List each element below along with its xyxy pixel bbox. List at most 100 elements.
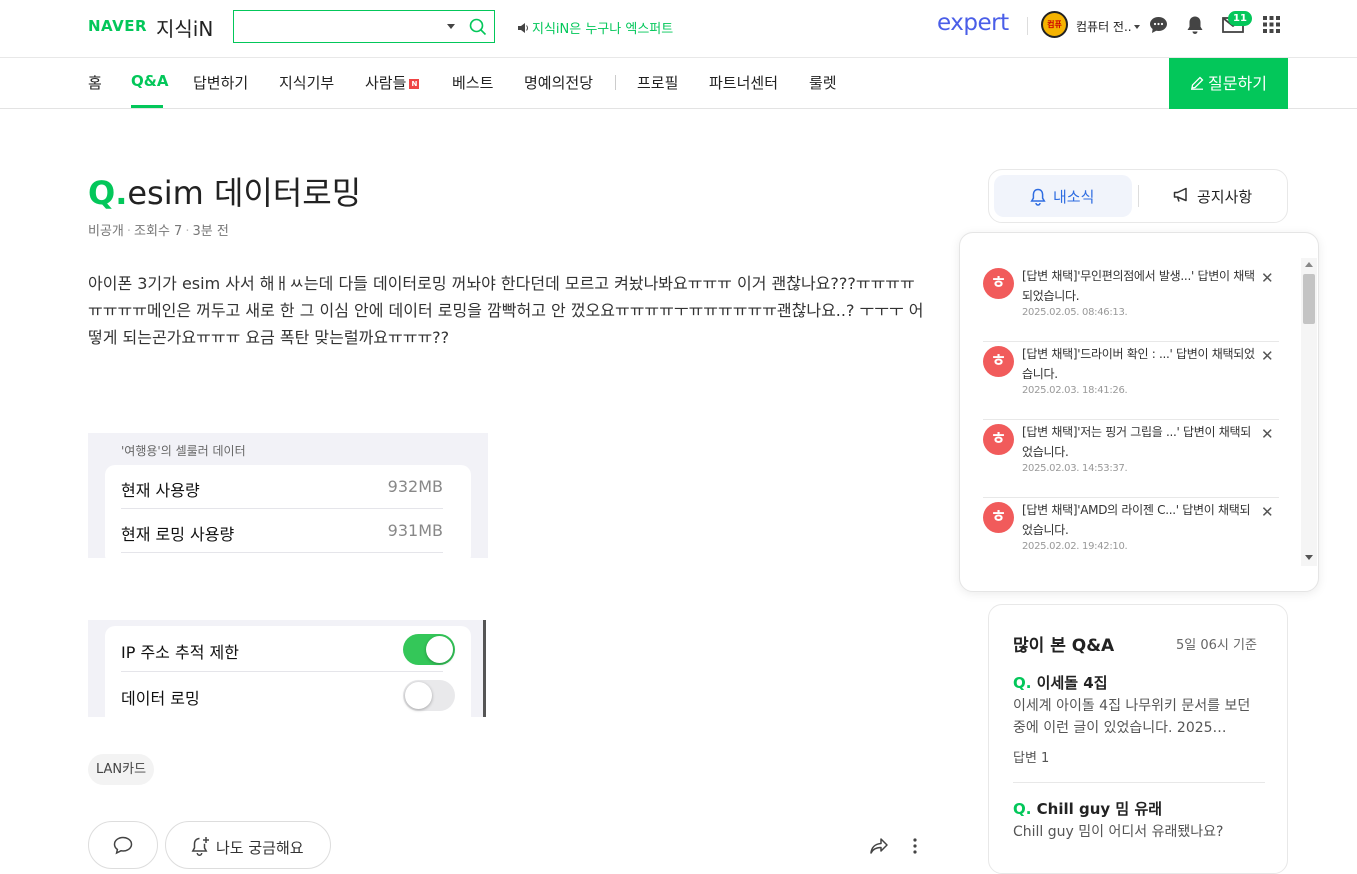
popular-answer-count: 답변 1 <box>1013 751 1050 766</box>
tab-my-news-label[interactable]: 내소식 <box>1053 186 1094 207</box>
header-divider <box>1027 17 1028 35</box>
view-count: 조회수 7 <box>134 224 183 239</box>
popular-question-title-text[interactable]: 이세돌 4집 <box>1037 674 1108 692</box>
share-icon[interactable] <box>869 837 889 855</box>
nav-answer[interactable]: 답변하기 <box>193 72 248 93</box>
tab-notice[interactable]: 공지사항 <box>1139 170 1287 222</box>
notification-item[interactable]: ㅎ [답변 채택]'저는 핑거 그립을 ...' 답변이 채택되었습니다. 20… <box>983 420 1279 498</box>
nav-qna[interactable]: Q&A <box>131 72 168 90</box>
expert-promo-link[interactable]: 지식iN은 누구나 엑스퍼트 <box>517 18 673 37</box>
nav-hall-of-fame[interactable]: 명예의전당 <box>524 72 593 93</box>
ip-tracking-toggle <box>403 634 455 665</box>
question-q-mark: Q. <box>1013 800 1037 818</box>
ask-question-button[interactable]: 질문하기 <box>1169 58 1288 109</box>
bell-icon[interactable] <box>1186 15 1204 35</box>
roaming-usage-label: 현재 로밍 사용량 <box>121 525 235 544</box>
attached-screenshot-settings[interactable]: IP 주소 추적 제한 데이터 로밍 <box>88 620 486 717</box>
notification-item[interactable]: ㅎ [답변 채택]'드라이버 확인 : ...' 답변이 채택되었습니다. 20… <box>983 342 1279 420</box>
ip-tracking-row: IP 주소 추적 제한 <box>121 626 443 672</box>
popular-question-body[interactable]: Chill guy 밈이 어디서 유래됐나요? <box>1013 821 1265 843</box>
megaphone-icon <box>1173 187 1187 202</box>
speaker-icon <box>518 23 528 33</box>
nav-profile[interactable]: 프로필 <box>637 72 678 93</box>
active-tab-indicator <box>131 105 163 108</box>
notification-text[interactable]: [답변 채택]'무인편의점에서 발생...' 답변이 채택되었습니다. <box>1022 266 1256 306</box>
notification-tabs: 내소식 공지사항 <box>988 169 1288 223</box>
tab-my-news[interactable]: 내소식 <box>994 175 1132 217</box>
notification-date: 2025.02.03. 18:41:26. <box>1022 385 1128 396</box>
notification-text[interactable]: [답변 채택]'저는 핑거 그립을 ...' 답변이 채택되었습니다. <box>1022 422 1256 462</box>
search-icon[interactable] <box>469 18 487 36</box>
notification-text[interactable]: [답변 채택]'AMD의 라이젠 C...' 답변이 채택되었습니다. <box>1022 500 1256 540</box>
scroll-down-icon[interactable] <box>1305 555 1313 560</box>
roaming-usage-row: 현재 로밍 사용량 931MB <box>121 509 443 553</box>
data-roaming-row: 데이터 로밍 <box>121 672 443 717</box>
ip-tracking-label: IP 주소 추적 제한 <box>121 643 239 662</box>
usage-card: 현재 사용량 932MB 현재 로밍 사용량 931MB <box>105 465 471 558</box>
nav-donation[interactable]: 지식기부 <box>279 72 334 93</box>
nav-best[interactable]: 베스트 <box>452 72 493 93</box>
close-icon[interactable]: ✕ <box>1261 269 1274 287</box>
comment-icon <box>113 836 133 855</box>
usage-value: 932MB <box>387 477 443 496</box>
pencil-icon <box>1191 76 1204 90</box>
notification-item[interactable]: ㅎ [답변 채택]'무인편의점에서 발생...' 답변이 채택되었습니다. 20… <box>983 264 1279 342</box>
popular-question-title[interactable]: Q. 이세돌 4집 <box>1013 672 1108 693</box>
avatar[interactable]: 컴퓨 <box>1041 11 1068 38</box>
scrollbar-thumb[interactable] <box>1303 274 1315 324</box>
notification-item[interactable]: ㅎ [답변 채택]'AMD의 라이젠 C...' 답변이 채택되었습니다. 20… <box>983 498 1279 576</box>
nav-home[interactable]: 홈 <box>88 72 102 93</box>
search-input[interactable] <box>233 10 495 43</box>
notification-scrollbar[interactable] <box>1301 258 1317 566</box>
naver-logo[interactable]: NAVER <box>88 17 147 35</box>
promo-text[interactable]: 지식iN은 누구나 엑스퍼트 <box>532 22 673 37</box>
question-body: 아이폰 3기가 esim 사서 해ㅐㅆ는데 다들 데이터로밍 꺼놔야 한다던데 … <box>88 274 924 347</box>
search-dropdown-icon[interactable] <box>447 24 455 29</box>
popular-divider <box>1013 782 1265 783</box>
more-options-icon[interactable] <box>912 838 918 854</box>
question-tag[interactable]: LAN카드 <box>88 754 155 785</box>
data-roaming-label: 데이터 로밍 <box>121 689 200 708</box>
close-icon[interactable]: ✕ <box>1261 347 1274 365</box>
roaming-usage-value: 931MB <box>387 521 443 540</box>
close-icon[interactable]: ✕ <box>1261 503 1274 521</box>
usage-row: 현재 사용량 932MB <box>121 465 443 509</box>
notification-date: 2025.02.03. 14:53:37. <box>1022 463 1128 474</box>
comment-button[interactable] <box>88 821 158 869</box>
popular-question-title[interactable]: Q. Chill guy 밈 유래 <box>1013 798 1162 819</box>
curious-label[interactable]: 나도 궁금해요 <box>216 837 304 858</box>
main-nav: 홈 Q&A 답변하기 지식기부 사람들 N 베스트 명예의전당 프로필 파트너센터… <box>0 58 1357 109</box>
visibility-label: 비공개 <box>88 224 124 239</box>
notification-text[interactable]: [답변 채택]'드라이버 확인 : ...' 답변이 채택되었습니다. <box>1022 344 1256 384</box>
close-icon[interactable]: ✕ <box>1261 425 1274 443</box>
jisikin-logo[interactable]: 지식iN <box>156 13 213 42</box>
nav-people[interactable]: 사람들 N <box>365 72 420 93</box>
nav-people-label[interactable]: 사람들 <box>365 74 406 92</box>
question-title-text: esim 데이터로밍 <box>127 174 362 212</box>
settings-card: IP 주소 추적 제한 데이터 로밍 <box>105 626 471 717</box>
ask-question-label[interactable]: 질문하기 <box>1208 74 1267 93</box>
question-q-mark: Q. <box>1013 674 1037 692</box>
nav-roulette[interactable]: 룰렛 <box>809 72 837 93</box>
popular-question-title-text[interactable]: Chill guy 밈 유래 <box>1037 800 1162 818</box>
chevron-down-icon[interactable] <box>1133 25 1140 29</box>
cellular-data-header: '여행용'의 셀룰러 데이터 <box>121 444 246 458</box>
question-q-mark: Q. <box>88 174 128 212</box>
expert-logo[interactable]: expert <box>937 10 1009 36</box>
notification-icon: ㅎ <box>983 268 1014 299</box>
popular-question-body[interactable]: 이세계 아이돌 4집 나무위키 문서를 보던 중에 이런 글이 있었습니다. 2… <box>1013 695 1265 739</box>
post-time: 3분 전 <box>192 224 229 239</box>
tab-notice-label[interactable]: 공지사항 <box>1197 186 1252 207</box>
curious-button[interactable]: 나도 궁금해요 <box>165 821 331 869</box>
new-badge: N <box>409 79 420 89</box>
scroll-up-icon[interactable] <box>1305 262 1313 267</box>
question-title: Q.esim 데이터로밍 <box>88 168 361 214</box>
apps-grid-icon[interactable] <box>1263 16 1280 33</box>
bell-plus-icon <box>191 837 209 856</box>
chat-icon[interactable] <box>1149 16 1168 34</box>
username-menu[interactable]: 컴퓨터 전.. <box>1076 18 1140 35</box>
attached-screenshot-data-usage[interactable]: '여행용'의 셀룰러 데이터 현재 사용량 932MB 현재 로밍 사용량 93… <box>88 433 488 558</box>
question-meta: 비공개 · 조회수 7 · 3분 전 <box>88 224 229 239</box>
username[interactable]: 컴퓨터 전.. <box>1076 20 1132 34</box>
nav-partner-center[interactable]: 파트너센터 <box>709 72 778 93</box>
